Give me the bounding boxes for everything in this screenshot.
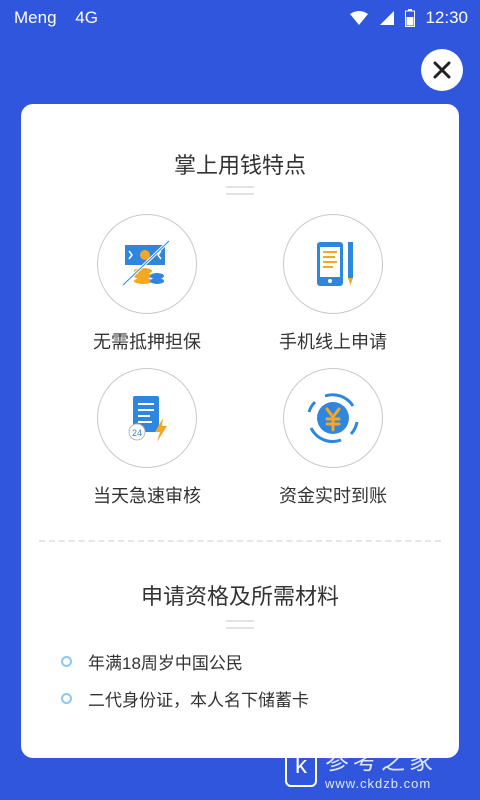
watermark-url: www.ckdzb.com [325, 776, 432, 791]
features-card: 掌上用钱特点 无需抵押担保 手机线上申请 24 当天急速审核 资金实时到账 申请… [21, 104, 459, 758]
carrier-label: Meng [14, 8, 57, 27]
watermark-text: 参考之家 [325, 747, 437, 775]
battery-icon [405, 9, 416, 27]
feature-label: 当天急速审核 [93, 486, 201, 506]
requirements-title: 申请资格及所需材料 [140, 584, 339, 609]
bullet-icon [61, 656, 72, 667]
watermark: k 参考之家 www.ckdzb.com [285, 732, 480, 800]
close-icon [433, 61, 451, 79]
svg-text:24: 24 [132, 428, 142, 438]
title-divider [226, 186, 254, 200]
feature-label: 资金实时到账 [279, 486, 387, 506]
bullet-icon [61, 693, 72, 704]
section-divider [39, 540, 441, 542]
phone-pen-icon [317, 242, 353, 286]
document-24h-icon: 24 [128, 396, 167, 442]
network-label: 4G [75, 8, 98, 27]
clock: 12:30 [425, 8, 468, 27]
money-stack-icon [121, 239, 171, 287]
yuan-refresh-icon [307, 393, 359, 444]
wifi-icon [350, 11, 369, 25]
status-bar: Meng 4G 12:30 [0, 0, 480, 36]
feature-label: 无需抵押担保 [93, 332, 201, 352]
requirement-item: 年满18周岁中国公民 [61, 649, 243, 674]
requirement-text: 二代身份证，本人名下储蓄卡 [88, 691, 309, 710]
feature-same-day-review: 24 当天急速审核 [62, 368, 232, 508]
watermark-logo: k [285, 745, 317, 787]
features-title: 掌上用钱特点 [173, 153, 306, 178]
requirement-item: 二代身份证，本人名下储蓄卡 [61, 686, 309, 711]
feature-label: 手机线上申请 [279, 332, 387, 352]
feature-instant-funding: 资金实时到账 [248, 368, 418, 508]
signal-icon [380, 11, 395, 25]
title-divider [226, 620, 254, 634]
close-button[interactable] [421, 49, 463, 91]
feature-phone-apply: 手机线上申请 [248, 214, 418, 354]
feature-no-collateral: 无需抵押担保 [62, 214, 232, 354]
requirement-text: 年满18周岁中国公民 [88, 654, 243, 673]
